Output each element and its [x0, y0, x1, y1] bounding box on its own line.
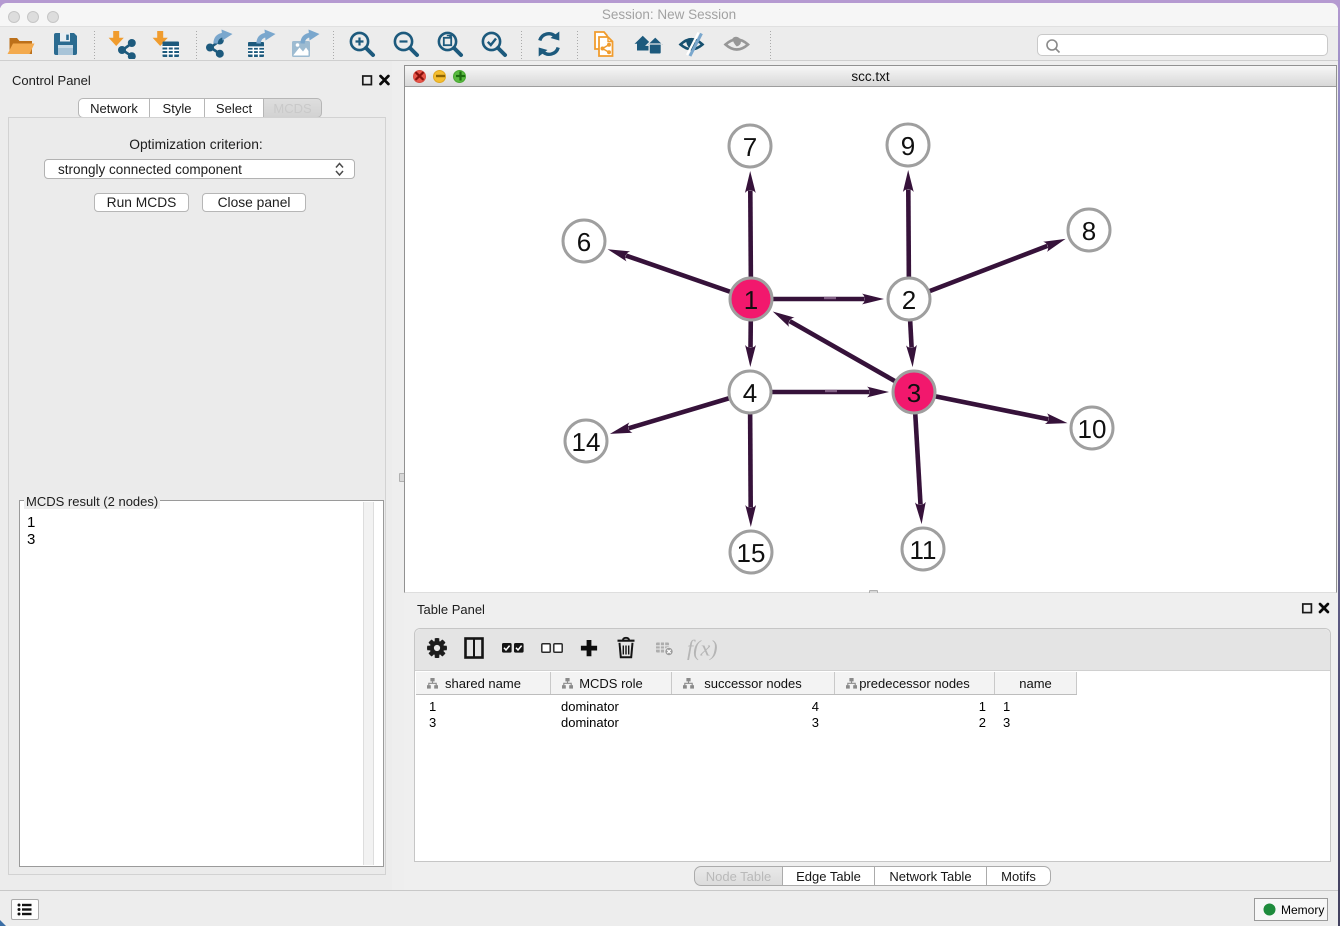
svg-text:3: 3 [907, 378, 921, 408]
svg-text:10: 10 [1078, 414, 1107, 444]
svg-text:8: 8 [1082, 216, 1096, 246]
svg-text:1: 1 [744, 285, 758, 315]
svg-text:4: 4 [743, 378, 757, 408]
svg-text:11: 11 [910, 535, 937, 565]
svg-text:9: 9 [901, 131, 915, 161]
svg-text:15: 15 [737, 538, 766, 568]
svg-text:14: 14 [572, 427, 601, 457]
svg-text:6: 6 [577, 227, 591, 257]
svg-text:7: 7 [743, 132, 757, 162]
svg-text:2: 2 [902, 285, 916, 315]
svg-text:f(x): f(x) [687, 636, 718, 661]
